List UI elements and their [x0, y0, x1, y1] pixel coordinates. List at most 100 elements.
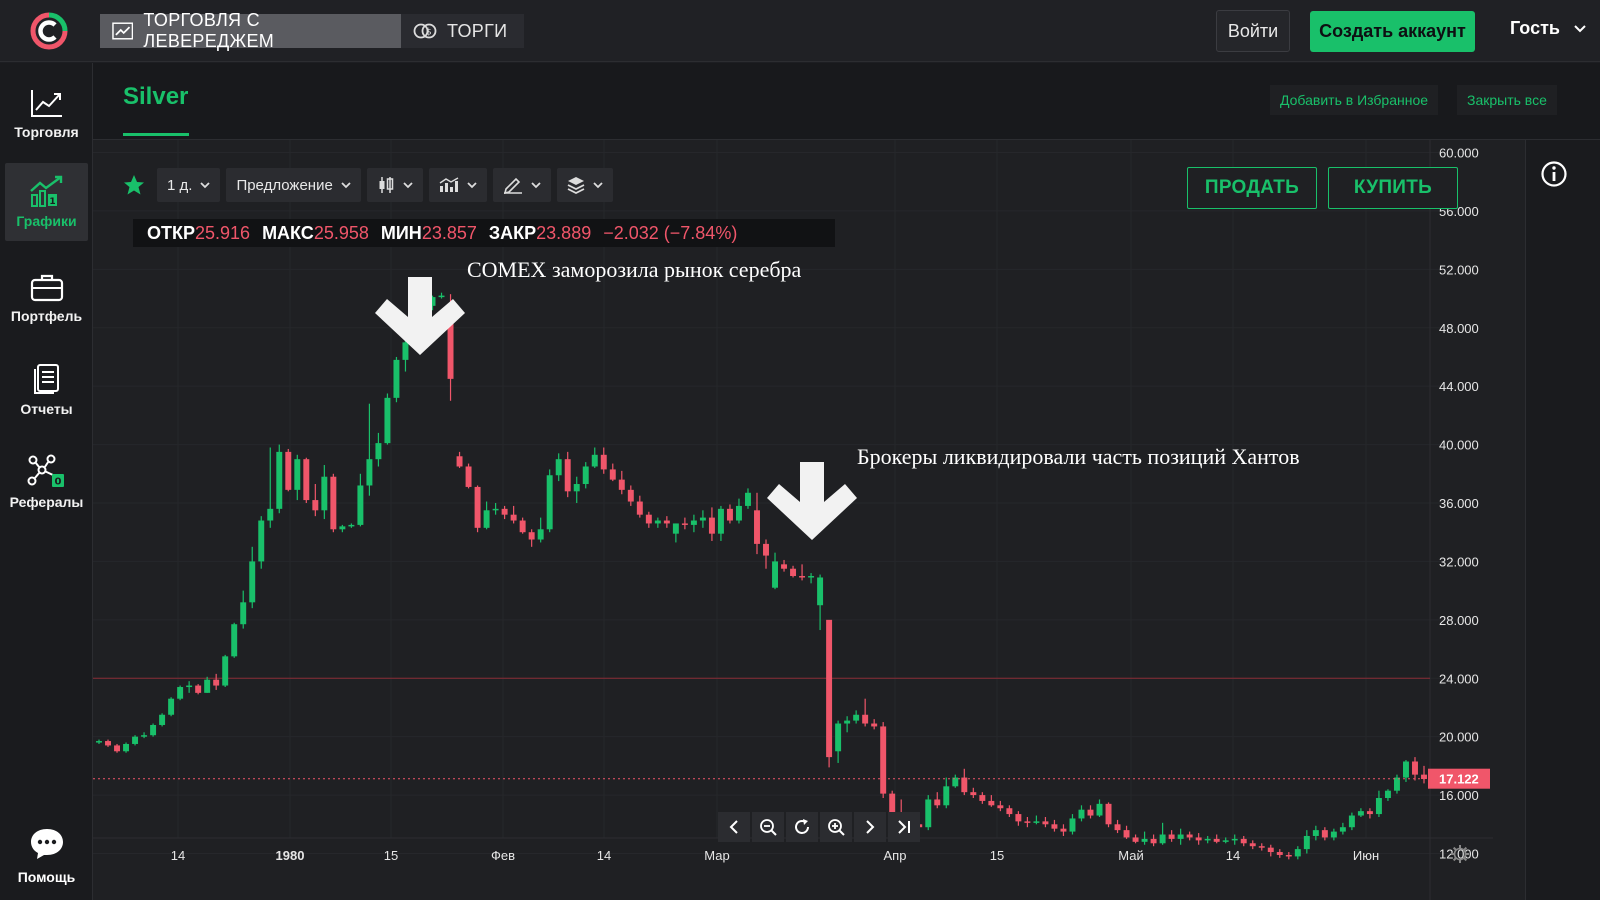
candle — [754, 510, 760, 544]
chevron-down-icon — [403, 181, 413, 188]
candle — [627, 489, 634, 502]
layers-select[interactable] — [556, 168, 613, 202]
interval-select[interactable]: 1 д. — [157, 168, 221, 202]
chart-type-select[interactable] — [366, 168, 423, 202]
login-button[interactable]: Войти — [1216, 10, 1290, 52]
candle — [447, 320, 454, 379]
add-to-favorites-link[interactable]: Добавить в Избранное — [1270, 85, 1439, 115]
candle — [1384, 790, 1391, 799]
candle — [546, 475, 553, 530]
refresh-icon — [795, 819, 809, 834]
candle — [204, 679, 211, 693]
candle — [96, 741, 102, 743]
y-tick-label: 40.000 — [1439, 438, 1479, 453]
candle — [699, 517, 706, 521]
user-menu[interactable]: Гость — [1510, 18, 1586, 39]
close-value: 23.889 — [536, 222, 592, 243]
symbol-tab-silver[interactable]: Silver — [123, 83, 188, 111]
candle — [492, 508, 499, 511]
candle — [961, 777, 968, 793]
reset-chart-button[interactable] — [786, 812, 818, 842]
candle — [663, 520, 670, 524]
tab-leverage-trading-label: ТОРГОВЛЯ С ЛЕВЕРЕДЖЕМ — [143, 10, 275, 51]
candle — [609, 469, 616, 480]
drawing-tools-select[interactable] — [492, 168, 551, 202]
candle — [501, 508, 508, 515]
sidebar-item-reports[interactable]: Отчеты — [5, 351, 88, 429]
trending-up-icon — [112, 22, 134, 40]
candle — [1249, 843, 1256, 847]
candle — [339, 526, 346, 530]
tab-leverage-trading[interactable]: ТОРГОВЛЯ С ЛЕВЕРЕДЖЕМ — [100, 10, 401, 51]
candle — [1159, 834, 1166, 844]
candle — [483, 510, 490, 528]
y-tick-label: 44.000 — [1439, 379, 1479, 394]
chevron-down-icon — [531, 181, 541, 188]
referrals-badge: 0 — [54, 477, 61, 488]
chevron-down-icon — [200, 181, 211, 188]
candle — [1231, 838, 1238, 841]
sidebar-item-referrals[interactable]: 0 Рефералы — [5, 443, 88, 521]
sidebar-item-label: Графики — [16, 213, 77, 229]
sidebar: Торговля 1 Графики Портфель Отчеты 0 Реф… — [0, 63, 93, 900]
candle — [781, 564, 788, 569]
candle — [213, 679, 220, 686]
candle — [267, 508, 274, 521]
close-label: ЗАКР — [488, 222, 537, 243]
right-panel — [1525, 140, 1600, 900]
zoom-in-icon — [828, 819, 845, 836]
annotation-arrow-down-icon — [767, 462, 857, 540]
create-account-button[interactable]: Создать аккаунт — [1310, 11, 1475, 52]
favorite-star-button[interactable] — [123, 168, 151, 202]
sidebar-item-portfolio[interactable]: Портфель — [5, 259, 88, 337]
candles-icon — [379, 177, 394, 193]
sidebar-item-label: Торговля — [14, 124, 79, 140]
x-tick-label: Мар — [704, 848, 729, 863]
annotation-comex: COMEX заморозила рынок серебра — [467, 257, 802, 282]
brand-logo-icon[interactable] — [30, 12, 68, 50]
candle — [177, 687, 184, 699]
candle — [231, 624, 238, 657]
sidebar-item-help[interactable]: Помощь — [5, 818, 88, 893]
candle — [591, 454, 598, 467]
candle — [195, 685, 202, 693]
candle — [817, 577, 824, 606]
layers-icon — [567, 177, 585, 194]
price-chart[interactable]: 60.00056.00052.00048.00044.00040.00036.0… — [93, 140, 1525, 900]
chart-navigation — [718, 812, 920, 842]
zoom-out-button[interactable] — [752, 812, 784, 842]
chart-area[interactable]: 60.000 56.000 52.000 48.000 44.000 40.000 36.0… — [93, 140, 1525, 900]
close-all-link[interactable]: Закрыть все — [1457, 85, 1557, 115]
candle — [1069, 818, 1076, 832]
current-price-label: 17.122 — [1439, 772, 1479, 787]
candle — [618, 479, 625, 490]
candle — [997, 805, 1004, 809]
sidebar-item-charts[interactable]: 1 Графики — [5, 163, 88, 241]
candle — [735, 505, 742, 521]
candle — [772, 561, 778, 588]
candle — [835, 723, 842, 752]
candle — [357, 485, 364, 525]
candle — [717, 508, 724, 534]
svg-text:$: $ — [426, 28, 432, 38]
symbol-header: Silver Добавить в Избранное Закрыть все — [93, 63, 1600, 140]
go-to-latest-button[interactable] — [888, 812, 920, 842]
candle — [1294, 849, 1301, 857]
tab-trades[interactable]: $ ТОРГИ — [401, 14, 524, 48]
buy-button[interactable]: КУПИТЬ — [1328, 167, 1458, 209]
zoom-in-button[interactable] — [820, 812, 852, 842]
candle — [1015, 814, 1022, 822]
candle — [1213, 838, 1220, 842]
candle — [375, 443, 382, 460]
x-tick-label: 14 — [597, 848, 611, 863]
price-type-select[interactable]: Предложение — [226, 168, 361, 202]
candle — [240, 602, 247, 625]
indicators-select[interactable] — [428, 168, 487, 202]
sidebar-item-trading[interactable]: Торговля — [5, 75, 88, 153]
sell-button[interactable]: ПРОДАТЬ — [1187, 167, 1317, 209]
top-bar: ТОРГОВЛЯ С ЛЕВЕРЕДЖЕМ $ ТОРГИ Войти Созд… — [0, 0, 1600, 62]
scroll-right-button[interactable] — [854, 812, 886, 842]
candle — [745, 492, 751, 506]
info-icon[interactable] — [1540, 160, 1568, 188]
scroll-left-button[interactable] — [718, 812, 750, 842]
